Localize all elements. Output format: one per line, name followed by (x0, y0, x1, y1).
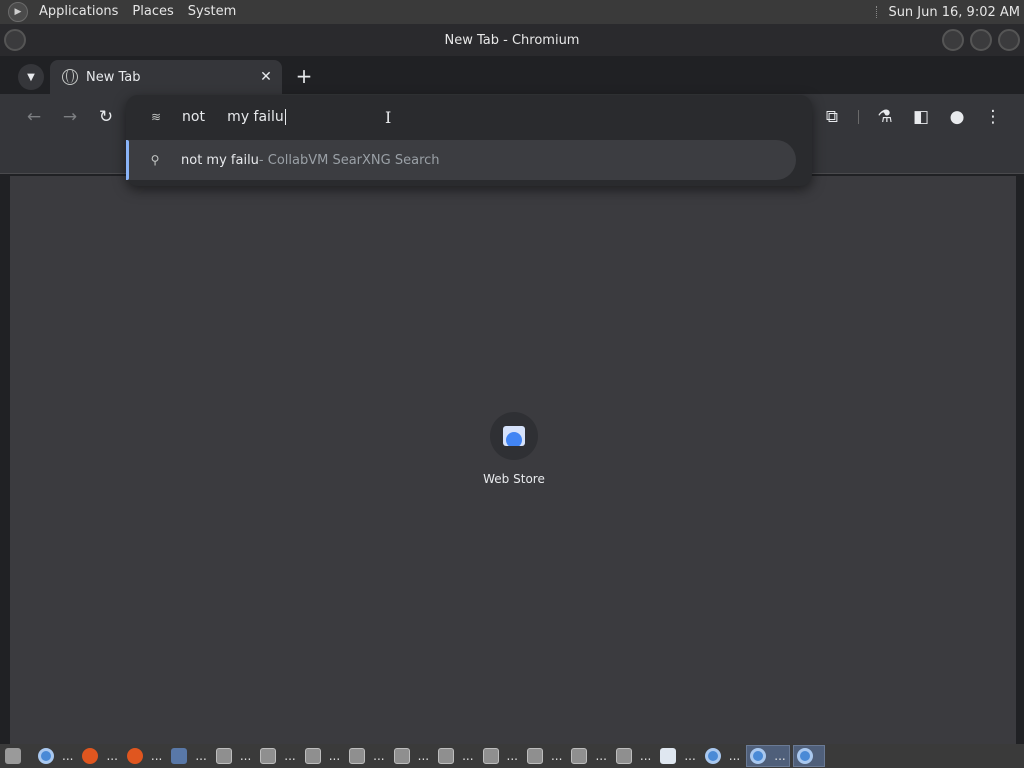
web-store-icon (503, 426, 525, 446)
taskbar-item[interactable]: ... (302, 745, 343, 767)
folder-icon (393, 748, 410, 764)
search-icon: ⚲ (150, 153, 160, 167)
folder-icon (215, 748, 232, 764)
folder-icon (438, 748, 455, 764)
firefox-icon (126, 748, 143, 764)
reload-icon: ↻ (98, 107, 114, 127)
omnibox-popup: ≋ not my failu I ⚲ not my failu - Collab… (126, 95, 812, 186)
arrow-left-icon: ← (26, 107, 42, 127)
back-button[interactable]: ← (22, 105, 46, 129)
suggestion-focus-indicator (126, 140, 129, 180)
avatar: ● (949, 107, 965, 127)
minimize-button[interactable] (942, 29, 964, 51)
taskbar-item[interactable]: ... (346, 745, 387, 767)
folder-icon (482, 748, 499, 764)
chromium-icon (750, 748, 767, 764)
forward-button[interactable]: → (58, 105, 82, 129)
tab-new-tab[interactable]: New Tab ✕ (50, 60, 282, 94)
monitor-icon (171, 748, 188, 764)
taskbar-item[interactable]: ... (524, 745, 565, 767)
folder-icon (615, 748, 632, 764)
taskbar-item-active[interactable] (792, 745, 825, 767)
taskbar-item[interactable]: ... (79, 745, 120, 767)
labs-button[interactable]: ⚗ (873, 105, 897, 129)
search-engine-icon: ≋ (150, 110, 162, 124)
taskbar-item[interactable]: ... (702, 745, 743, 767)
tab-strip: ▼ New Tab ✕ + (0, 56, 1024, 94)
taskbar-item[interactable]: ... (568, 745, 609, 767)
window-menu-button[interactable] (4, 29, 26, 51)
new-tab-page: Web Store (10, 176, 1016, 744)
taskbar-item[interactable]: ... (213, 745, 254, 767)
suggestion-provider: - CollabVM SearXNG Search (258, 152, 440, 168)
profile-button[interactable]: ● (945, 105, 969, 129)
folder-icon (260, 748, 277, 764)
side-panel-button[interactable]: ◧ (909, 105, 933, 129)
clock[interactable]: Sun Jun 16, 9:02 AM (888, 5, 1024, 20)
tab-search-button[interactable]: ▼ (18, 64, 44, 90)
chromium-icon (796, 748, 813, 764)
taskbar-item[interactable]: ... (257, 745, 298, 767)
taskbar-item[interactable]: ... (35, 745, 76, 767)
taskbar: ... ... ... ... ... ... ... ... ... ... … (0, 744, 1024, 768)
system-menu[interactable]: System (181, 0, 243, 24)
address-input[interactable]: not my failu (182, 109, 284, 125)
flask-icon: ⚗ (877, 107, 893, 127)
puzzle-icon: ⧉ (825, 107, 839, 127)
firefox-icon (82, 748, 99, 764)
folder-icon (304, 748, 321, 764)
taskbar-item[interactable]: ... (480, 745, 521, 767)
taskbar-item[interactable]: ... (124, 745, 165, 767)
ibeam-cursor-icon: I (385, 108, 392, 127)
folder-icon (349, 748, 366, 764)
side-panel-icon: ◧ (912, 107, 930, 127)
kebab-menu-icon: ⋮ (984, 107, 1002, 127)
new-tab-button[interactable]: + (292, 64, 316, 88)
panel-handle (876, 6, 880, 18)
globe-icon (62, 69, 78, 85)
menu-button[interactable]: ⋮ (981, 105, 1005, 129)
taskbar-item[interactable]: ... (657, 745, 698, 767)
extensions-button[interactable]: ⧉ (820, 105, 844, 129)
chevron-down-icon: ▼ (27, 71, 35, 83)
places-menu[interactable]: Places (125, 0, 180, 24)
toolbar-separator (858, 110, 859, 124)
top-panel: ▶ Applications Places System Sun Jun 16,… (0, 0, 1024, 24)
window-title: New Tab - Chromium (444, 32, 580, 48)
arrow-right-icon: → (62, 107, 78, 127)
file-manager-icon (5, 748, 21, 764)
close-tab-button[interactable]: ✕ (256, 67, 276, 87)
folder-icon (526, 748, 543, 764)
maximize-button[interactable] (970, 29, 992, 51)
reload-button[interactable]: ↻ (94, 105, 118, 129)
taskbar-item[interactable]: ... (391, 745, 432, 767)
taskbar-item[interactable]: ... (168, 745, 209, 767)
applications-menu[interactable]: Applications (32, 0, 125, 24)
suggestion-query: not my failu (181, 152, 259, 168)
shortcut-label: Web Store (483, 472, 545, 486)
tab-title: New Tab (86, 69, 141, 85)
shortcut-web-store[interactable]: Web Store (474, 412, 554, 486)
show-desktop-button[interactable] (2, 745, 32, 767)
folder-icon (571, 748, 588, 764)
system-menu-bar: ▶ Applications Places System (0, 0, 243, 24)
chromium-icon (38, 748, 54, 764)
shortcut-tile[interactable] (490, 412, 538, 460)
address-bar[interactable]: ≋ not my failu (126, 95, 812, 139)
taskbar-item-active[interactable]: ... (746, 745, 790, 767)
text-caret (284, 109, 286, 125)
applications-logo-icon[interactable]: ▶ (8, 2, 28, 22)
window-titlebar[interactable]: New Tab - Chromium (0, 24, 1024, 56)
taskbar-item[interactable]: ... (613, 745, 654, 767)
document-icon (660, 748, 677, 764)
chromium-icon (704, 748, 721, 764)
omnibox-suggestion[interactable]: ⚲ not my failu - CollabVM SearXNG Search (126, 140, 796, 180)
close-window-button[interactable] (998, 29, 1020, 51)
taskbar-item[interactable]: ... (435, 745, 476, 767)
